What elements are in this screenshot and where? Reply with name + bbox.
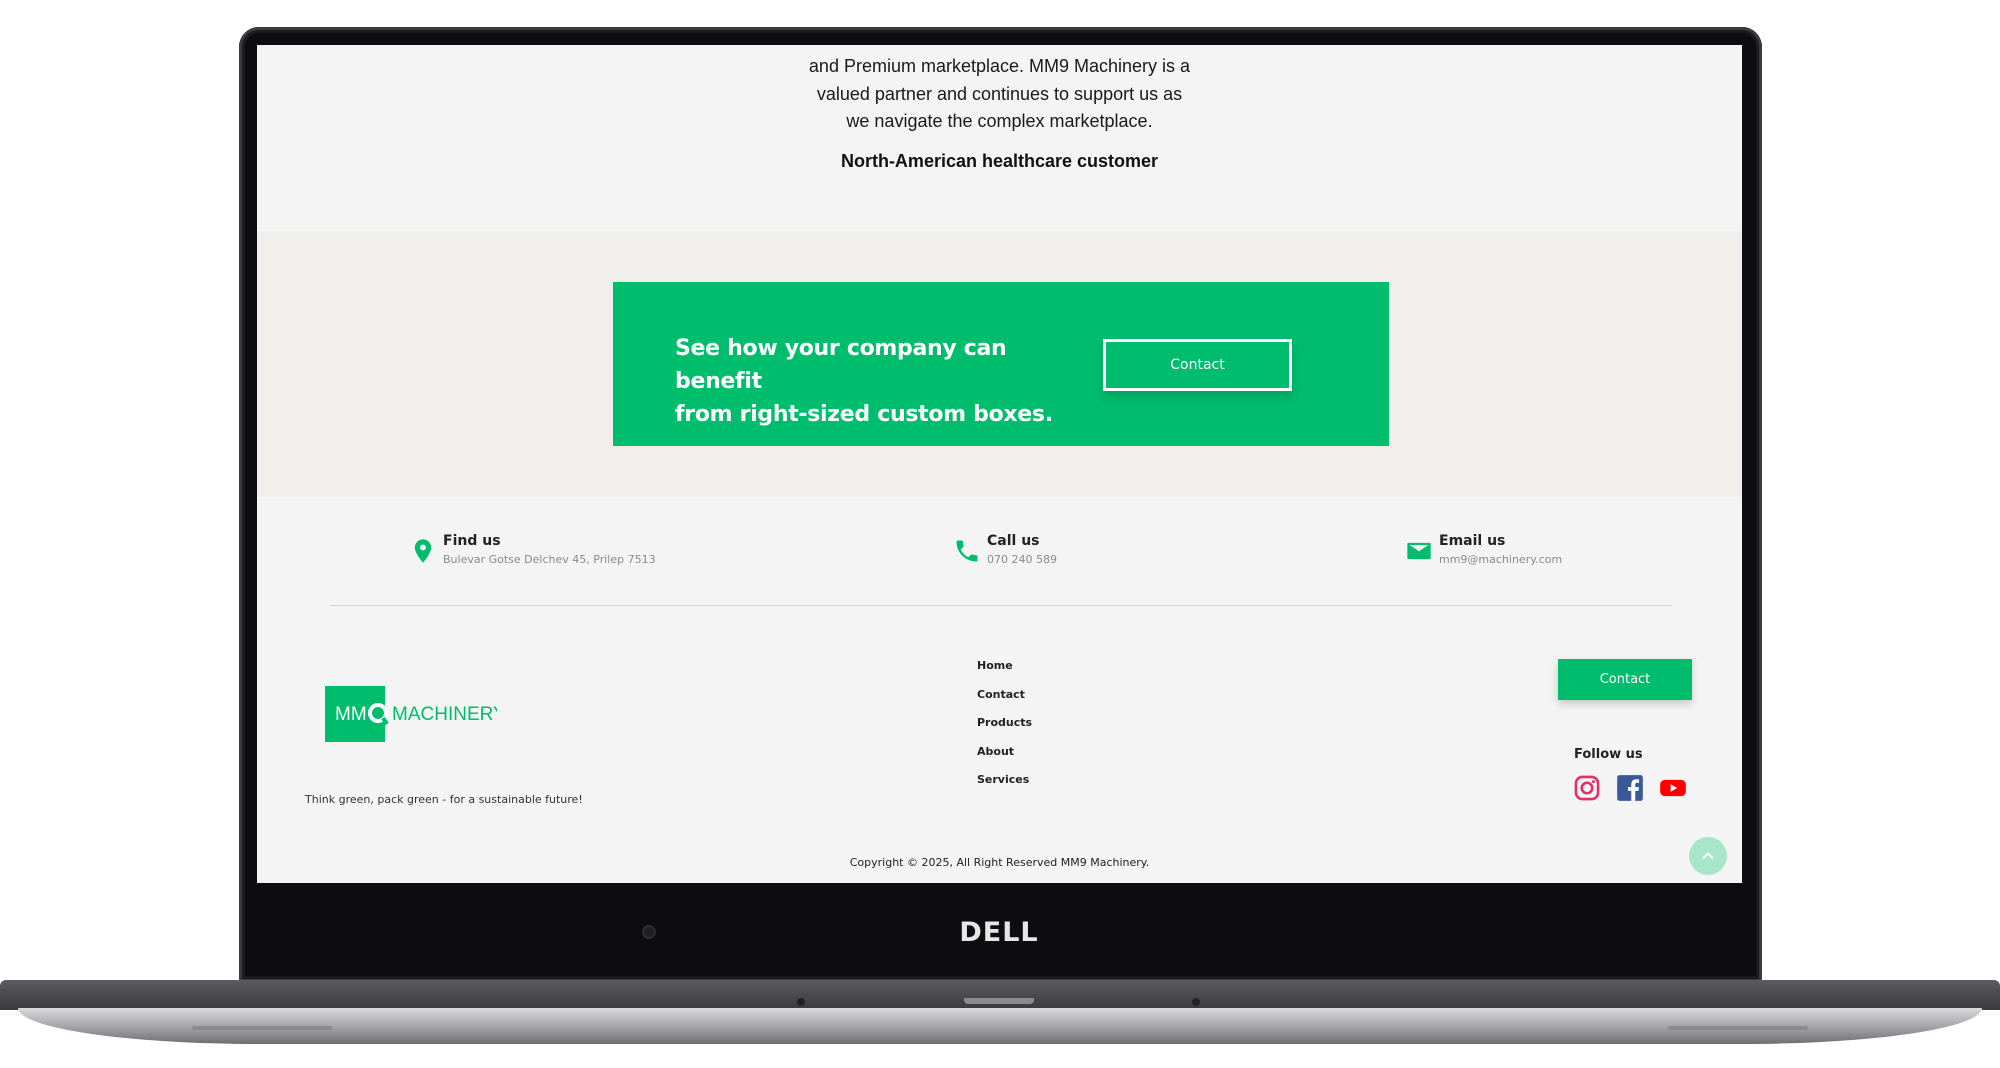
base-vent-left <box>192 1026 332 1030</box>
phone-icon <box>956 540 978 562</box>
base-foot-right <box>1192 998 1200 1006</box>
map-pin-icon <box>414 539 432 563</box>
logo-mm-text: MM <box>335 704 367 725</box>
cta-heading: See how your company can benefit from ri… <box>675 332 1055 431</box>
footer-divider <box>330 605 1672 606</box>
youtube-icon[interactable] <box>1659 774 1687 802</box>
cta-heading-line: from right-sized custom boxes. <box>675 402 1053 427</box>
dell-logo: DELL <box>959 917 1039 948</box>
envelope-icon <box>1407 542 1431 560</box>
facebook-icon[interactable] <box>1616 774 1644 802</box>
footer-nav: Home Contact Products About Services <box>977 659 1032 802</box>
testimonial-author: North-American healthcare customer <box>840 151 1159 171</box>
base-foot-left <box>797 998 805 1006</box>
mm9-machinery-logo[interactable]: MM MACHINERY <box>325 686 497 742</box>
testimonial-line: we navigate the complex marketplace. <box>846 111 1153 131</box>
testimonial-line: and Premium marketplace. MM9 Machinery i… <box>808 56 1191 76</box>
footer-tagline: Think green, pack green - for a sustaina… <box>305 793 583 806</box>
phone-number[interactable]: 070 240 589 <box>987 553 1057 566</box>
address-text: Bulevar Gotse Delchev 45, Prilep 7513 <box>443 553 656 566</box>
contact-title: Find us <box>443 533 501 549</box>
email-address[interactable]: mm9@machinery.com <box>1439 553 1562 566</box>
cta-banner: See how your company can benefit from ri… <box>613 282 1389 446</box>
cta-contact-button[interactable]: Contact <box>1103 339 1292 391</box>
webcam <box>642 925 656 939</box>
follow-us-label: Follow us <box>1574 747 1643 762</box>
testimonial-quote: and Premium marketplace. MM9 Machinery i… <box>257 53 1742 136</box>
footer-nav-contact[interactable]: Contact <box>977 688 1032 717</box>
contact-title: Email us <box>1439 533 1506 549</box>
cta-heading-line: See how your company can benefit <box>675 336 1007 394</box>
footer-nav-products[interactable]: Products <box>977 716 1032 745</box>
testimonial-line: valued partner and continues to support … <box>816 83 1183 104</box>
chevron-up-icon <box>1702 852 1714 860</box>
footer-nav-services[interactable]: Services <box>977 773 1032 802</box>
contact-title: Call us <box>987 533 1040 549</box>
instagram-icon[interactable] <box>1573 774 1601 802</box>
hinge-notch <box>964 998 1034 1004</box>
logo-machinery-text: MACHINERY <box>392 704 497 725</box>
scroll-to-top-button[interactable] <box>1689 837 1727 875</box>
footer-nav-about[interactable]: About <box>977 745 1032 774</box>
footer-contact-button[interactable]: Contact <box>1558 659 1692 700</box>
website-screen: and Premium marketplace. MM9 Machinery i… <box>257 45 1742 883</box>
copyright-text: Copyright © 2025, All Right Reserved MM9… <box>849 856 1150 869</box>
base-vent-right <box>1668 1026 1808 1030</box>
cta-section: See how your company can benefit from ri… <box>257 231 1742 497</box>
laptop-base <box>0 980 2000 1010</box>
footer-nav-home[interactable]: Home <box>977 659 1032 688</box>
